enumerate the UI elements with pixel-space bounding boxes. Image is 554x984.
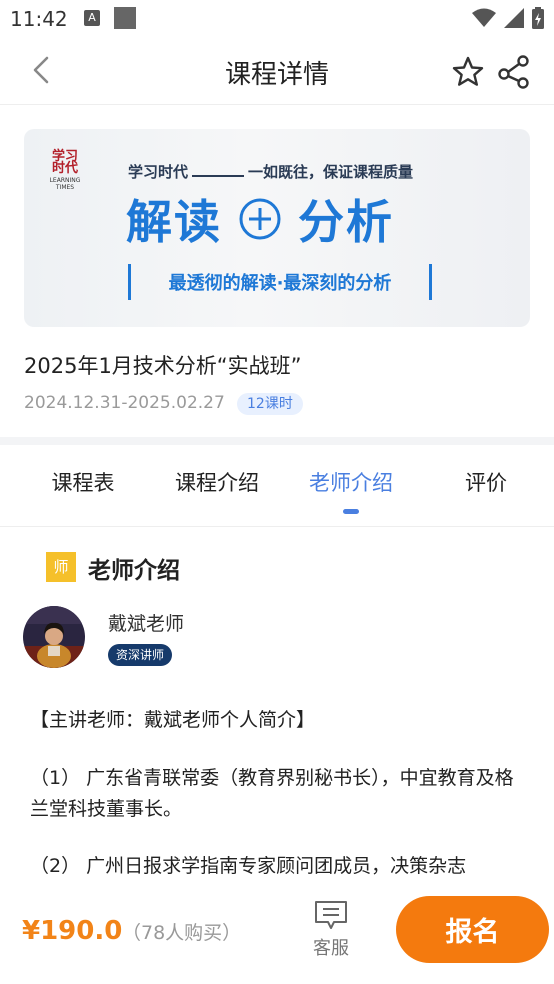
course-price: ¥190.0 [22,916,123,946]
course-dates: 2024.12.31-2025.02.27 [24,393,225,413]
notification-a-icon: A [84,10,100,26]
bio-paragraph: 【主讲老师：戴斌老师个人简介】 [30,709,316,731]
tab-schedule[interactable]: 课程表 [23,467,143,497]
tab-bar: 课程表 课程介绍 老师介绍 评价 [0,445,554,527]
buyer-count: （78人购买） [122,922,242,944]
status-time: 11:42 [10,7,68,31]
signal-icon [504,8,524,28]
wifi-icon [472,8,496,27]
section-title: 老师介绍 [88,558,180,584]
teacher-name: 戴斌老师 [108,613,185,635]
bio-paragraph: （1） 广东省青联常委（教育界别秘书长），中宜教育及格兰堂科技董事长。 [30,767,514,820]
customer-service-label[interactable]: 客服 [303,934,359,960]
battery-icon [532,7,544,29]
course-title: 2025年1月技术分析“实战班” [24,354,302,378]
favorite-star-icon[interactable] [450,54,486,90]
status-bar: 11:42 A [0,0,554,38]
plus-circle-icon [239,198,281,240]
tab-reviews[interactable]: 评价 [426,467,546,497]
tab-course-intro[interactable]: 课程介绍 [157,467,277,497]
share-icon[interactable] [496,54,532,90]
customer-service-icon[interactable] [314,900,348,930]
signup-button[interactable]: 报名 [396,896,549,963]
bio-paragraph: （2） 广州日报求学指南专家顾问团成员，决策杂志 [30,855,467,877]
app-header: 课程详情 [0,38,554,105]
teacher-section-icon: 师 [46,552,76,582]
tab-teacher-intro[interactable]: 老师介绍 [291,467,411,497]
lessons-badge: 12课时 [237,393,303,415]
notification-square-icon [114,7,136,29]
teacher-avatar [23,606,85,668]
teacher-title-badge: 资深讲师 [108,644,173,666]
banner-tagline: 最透彻的解读·最深刻的分析 [128,264,432,300]
banner-subtitle: 学习时代 一如既往，保证课程质量 [128,163,414,181]
section-divider [0,437,554,445]
learning-times-logo: 学习 时代 LEARNING TIMES [49,149,81,191]
banner-headline: 解读 分析 [126,195,394,249]
tab-active-indicator [343,509,359,514]
bottom-action-bar: ¥190.0 （78人购买） 客服 报名 [0,884,554,984]
course-banner[interactable]: 学习 时代 LEARNING TIMES 学习时代 一如既往，保证课程质量 解读 分… [24,129,530,327]
status-icons [472,7,544,29]
